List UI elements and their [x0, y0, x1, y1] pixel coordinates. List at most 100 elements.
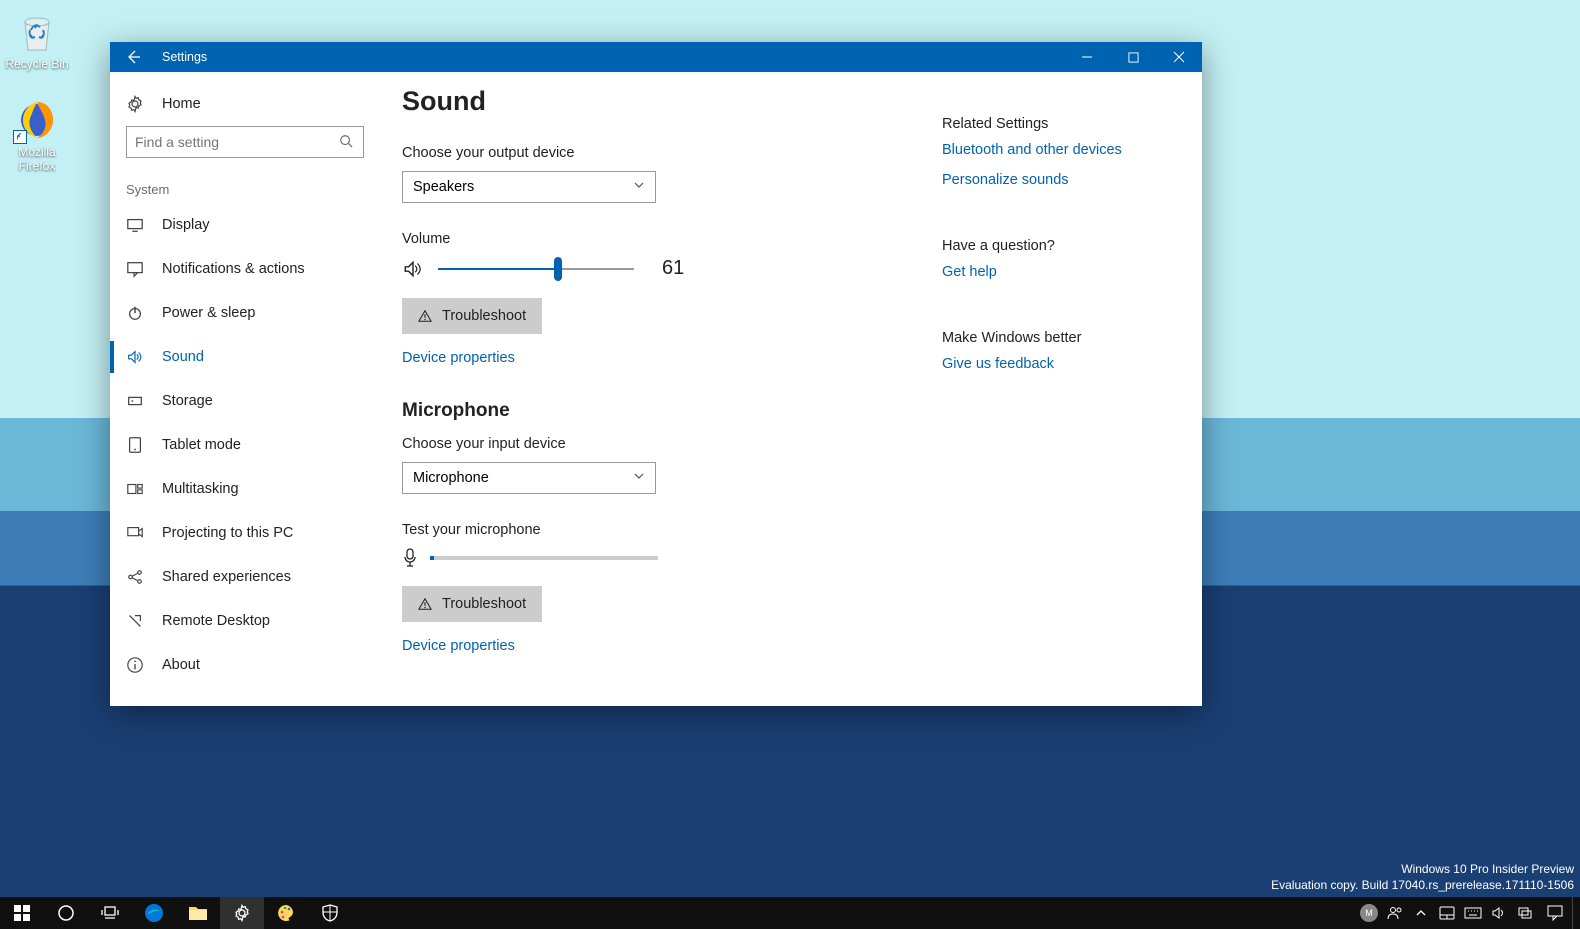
- sidebar-item-label: Power & sleep: [162, 305, 256, 321]
- link-give-feedback[interactable]: Give us feedback: [942, 356, 1202, 372]
- input-device-label: Choose your input device: [402, 436, 882, 452]
- related-pane: Related Settings Bluetooth and other dev…: [942, 86, 1202, 706]
- sidebar-section-label: System: [110, 166, 380, 203]
- tray-keyboard[interactable]: [1460, 897, 1486, 929]
- output-device-value: Speakers: [413, 179, 474, 195]
- titlebar[interactable]: Settings: [110, 42, 1202, 72]
- troubleshoot-output-button[interactable]: Troubleshoot: [402, 298, 542, 334]
- taskbar-app-defender[interactable]: [308, 897, 352, 929]
- tablet-icon: [126, 436, 144, 454]
- tray-chevron-up[interactable]: [1408, 897, 1434, 929]
- make-windows-better-heading: Make Windows better: [942, 330, 1202, 346]
- sidebar-item-sound[interactable]: Sound: [110, 335, 380, 379]
- microphone-icon: [402, 548, 418, 568]
- folder-icon: [188, 904, 208, 922]
- desktop-icon-label: Mozilla Firefox: [18, 145, 55, 173]
- show-desktop-button[interactable]: [1572, 897, 1578, 929]
- sidebar-item-display[interactable]: Display: [110, 203, 380, 247]
- sidebar-item-shared-experiences[interactable]: Shared experiences: [110, 555, 380, 599]
- sound-icon: [126, 348, 144, 366]
- sidebar-item-tablet-mode[interactable]: Tablet mode: [110, 423, 380, 467]
- arrow-left-icon: [125, 49, 141, 65]
- volume-slider[interactable]: [438, 268, 634, 270]
- shield-icon: [321, 904, 339, 922]
- sidebar-item-label: Storage: [162, 393, 213, 409]
- sidebar-item-multitasking[interactable]: Multitasking: [110, 467, 380, 511]
- search-box[interactable]: [126, 126, 364, 158]
- link-get-help[interactable]: Get help: [942, 264, 1202, 280]
- sidebar-item-label: Tablet mode: [162, 437, 241, 453]
- tray-network[interactable]: [1512, 897, 1538, 929]
- sidebar-item-remote-desktop[interactable]: Remote Desktop: [110, 599, 380, 643]
- palette-icon: [276, 903, 296, 923]
- mic-level-meter: [430, 556, 658, 560]
- test-mic-label: Test your microphone: [402, 522, 882, 538]
- sidebar-item-label: Multitasking: [162, 481, 239, 497]
- search-input[interactable]: [135, 134, 339, 150]
- volume-value: 61: [662, 257, 684, 280]
- sidebar-item-label: Remote Desktop: [162, 613, 270, 629]
- close-button[interactable]: [1156, 42, 1202, 72]
- network-icon: [1517, 906, 1533, 920]
- start-button[interactable]: [0, 897, 44, 929]
- sidebar-item-storage[interactable]: Storage: [110, 379, 380, 423]
- info-icon: [126, 656, 144, 674]
- cortana-button[interactable]: [44, 897, 88, 929]
- system-tray: M: [1356, 897, 1580, 929]
- sidebar-item-power-sleep[interactable]: Power & sleep: [110, 291, 380, 335]
- volume-label: Volume: [402, 231, 882, 247]
- taskbar-app-settings[interactable]: [220, 897, 264, 929]
- cortana-icon: [57, 904, 75, 922]
- sidebar-home[interactable]: Home: [110, 82, 380, 126]
- output-device-properties-link[interactable]: Device properties: [402, 350, 882, 366]
- minimize-button[interactable]: [1064, 42, 1110, 72]
- page-heading: Sound: [402, 86, 882, 117]
- output-device-dropdown[interactable]: Speakers: [402, 171, 656, 203]
- input-device-dropdown[interactable]: Microphone: [402, 462, 656, 494]
- sidebar-item-notifications[interactable]: Notifications & actions: [110, 247, 380, 291]
- taskbar-app-paint[interactable]: [264, 897, 308, 929]
- chevron-down-icon: [633, 179, 645, 195]
- keyboard-icon: [1464, 907, 1482, 919]
- multitasking-icon: [126, 480, 144, 498]
- watermark-line1: Windows 10 Pro Insider Preview: [1271, 861, 1574, 877]
- slider-thumb[interactable]: [554, 257, 562, 281]
- troubleshoot-input-button[interactable]: Troubleshoot: [402, 586, 542, 622]
- related-settings-heading: Related Settings: [942, 116, 1202, 132]
- power-icon: [126, 304, 144, 322]
- sidebar-item-label: Display: [162, 217, 210, 233]
- microphone-heading: Microphone: [402, 400, 882, 422]
- recycle-bin-icon: [15, 10, 59, 54]
- link-bluetooth-devices[interactable]: Bluetooth and other devices: [942, 142, 1202, 158]
- tray-touchpad[interactable]: [1434, 897, 1460, 929]
- main-content: Sound Choose your output device Speakers…: [380, 72, 1202, 706]
- tray-user-avatar[interactable]: M: [1356, 897, 1382, 929]
- sidebar-item-projecting[interactable]: Projecting to this PC: [110, 511, 380, 555]
- tray-volume[interactable]: [1486, 897, 1512, 929]
- volume-icon: [1491, 905, 1507, 921]
- taskbar-app-edge[interactable]: [132, 897, 176, 929]
- speaker-icon[interactable]: [402, 258, 424, 280]
- action-center-icon: [1547, 905, 1563, 921]
- desktop-icon-firefox[interactable]: Mozilla Firefox: [0, 98, 74, 173]
- task-view-button[interactable]: [88, 897, 132, 929]
- desktop-icon-label: Recycle Bin: [5, 57, 68, 71]
- warning-icon: [418, 597, 432, 611]
- avatar-icon: M: [1360, 904, 1378, 922]
- close-icon: [1173, 51, 1185, 63]
- have-question-heading: Have a question?: [942, 238, 1202, 254]
- input-device-properties-link[interactable]: Device properties: [402, 638, 882, 654]
- task-view-icon: [101, 906, 119, 920]
- desktop-icon-recycle-bin[interactable]: Recycle Bin: [0, 10, 74, 71]
- sidebar-item-label: Shared experiences: [162, 569, 291, 585]
- tray-action-center[interactable]: [1538, 897, 1572, 929]
- maximize-button[interactable]: [1110, 42, 1156, 72]
- taskbar-app-explorer[interactable]: [176, 897, 220, 929]
- tray-people[interactable]: [1382, 897, 1408, 929]
- link-personalize-sounds[interactable]: Personalize sounds: [942, 172, 1202, 188]
- projecting-icon: [126, 524, 144, 542]
- sidebar-item-about[interactable]: About: [110, 643, 380, 687]
- notification-icon: [126, 260, 144, 278]
- gear-icon: [233, 904, 251, 922]
- back-button[interactable]: [110, 42, 156, 72]
